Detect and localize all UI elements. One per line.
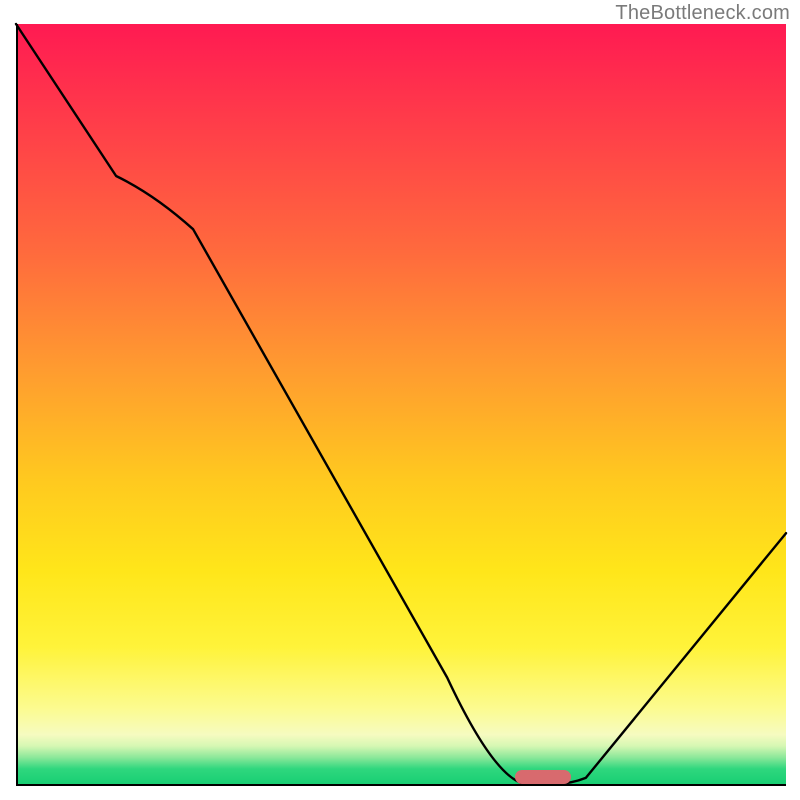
- x-axis: [16, 784, 786, 786]
- y-axis: [16, 24, 18, 784]
- optimum-marker: [515, 770, 571, 784]
- curve-path: [16, 24, 786, 784]
- watermark-text: TheBottleneck.com: [615, 2, 790, 25]
- bottleneck-curve: [16, 24, 786, 784]
- chart-frame: TheBottleneck.com: [0, 0, 800, 800]
